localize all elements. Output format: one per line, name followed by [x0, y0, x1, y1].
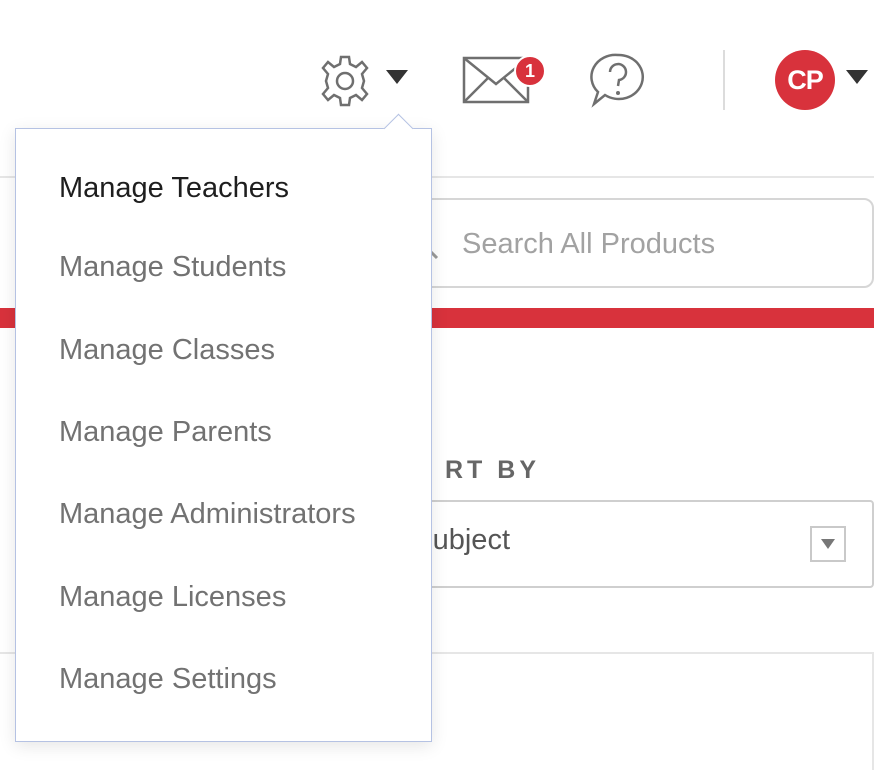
settings-menu-button[interactable] [316, 50, 416, 110]
search-input[interactable] [460, 218, 864, 270]
help-button[interactable] [588, 50, 648, 110]
menu-item-manage-parents[interactable]: Manage Parents [59, 416, 272, 449]
unread-count-badge: 1 [514, 55, 546, 87]
header-divider [723, 50, 725, 110]
menu-item-manage-classes[interactable]: Manage Classes [59, 334, 275, 367]
gear-icon [321, 55, 369, 107]
menu-item-manage-licenses[interactable]: Manage Licenses [59, 581, 286, 614]
settings-dropdown-menu: Manage Teachers Manage Students Manage C… [15, 128, 432, 742]
user-avatar[interactable]: CP [775, 50, 835, 110]
question-icon [590, 53, 645, 108]
menu-item-manage-administrators[interactable]: Manage Administrators [59, 498, 356, 531]
menu-item-manage-settings[interactable]: Manage Settings [59, 663, 277, 696]
menu-item-manage-students[interactable]: Manage Students [59, 251, 286, 284]
menu-item-manage-teachers[interactable]: Manage Teachers [59, 172, 289, 205]
caret-down-icon [386, 70, 408, 84]
top-header: 1 CP [0, 0, 874, 130]
caret-down-icon[interactable] [846, 70, 868, 84]
chevron-down-icon [821, 539, 835, 549]
sort-dropdown-toggle[interactable] [810, 526, 846, 562]
